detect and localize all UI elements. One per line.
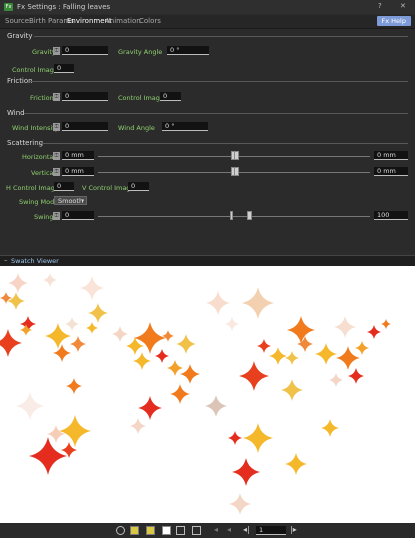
wind-intensity-field[interactable]: 0	[62, 122, 108, 131]
swatch-viewer	[0, 266, 415, 523]
vertical-max-field[interactable]: 0 mm	[374, 167, 408, 176]
friction-label: Friction	[30, 94, 54, 102]
chevron-down-icon: ▾	[81, 198, 84, 204]
h-control-image-field[interactable]: 0	[54, 182, 74, 191]
gravity-control-image-field[interactable]: 0	[54, 64, 74, 73]
prev-icon[interactable]: ◂|	[243, 525, 250, 534]
friction-field[interactable]: 0	[62, 92, 108, 101]
settings-panel: Gravity Gravity ⚿ 0 Gravity Angle 0 ° Co…	[0, 29, 415, 261]
horizontal-field[interactable]: 0 mm	[62, 151, 94, 160]
gravity-angle-label: Gravity Angle	[118, 48, 163, 56]
section-wind: Wind	[7, 109, 25, 117]
swing-mode-dropdown[interactable]: Smooth ▾	[54, 196, 87, 205]
gravity-field[interactable]: 0	[62, 46, 108, 55]
section-gravity: Gravity	[7, 32, 33, 40]
swing-mode-value: Smooth	[58, 197, 84, 205]
swing-label: Swing	[34, 213, 54, 221]
key-icon[interactable]: ⚿	[53, 123, 60, 131]
fx-help-button[interactable]: Fx Help	[376, 16, 411, 26]
horizontal-label: Horizontal	[22, 153, 56, 161]
key-icon[interactable]: ⚿	[53, 212, 60, 220]
leaf-preview	[0, 273, 391, 515]
gravity-control-image-label: Control Image	[12, 66, 58, 74]
swing-mode-label: Swing Mode	[19, 198, 59, 206]
section-scattering: Scattering	[7, 139, 44, 147]
friction-control-image-field[interactable]: 0	[160, 92, 181, 101]
key-icon[interactable]: ⚿	[53, 168, 60, 176]
horizontal-max-field[interactable]: 0 mm	[374, 151, 408, 160]
black-bg-icon[interactable]	[162, 526, 171, 535]
viewer-toolbar: ◂ ◂ ◂| 1 |▸	[0, 523, 415, 538]
vertical-field[interactable]: 0 mm	[62, 167, 94, 176]
vertical-slider-handle[interactable]	[234, 167, 239, 176]
divider	[34, 36, 408, 37]
key-icon[interactable]: ⚿	[53, 47, 60, 55]
title-bar: Fx Fx Settings : Falling leaves ? ✕	[0, 0, 415, 14]
divider	[40, 143, 408, 144]
app-icon: Fx	[4, 3, 13, 11]
key-icon[interactable]: ⚿	[53, 93, 60, 101]
tab-animation[interactable]: Animation	[105, 17, 141, 25]
checkered-bg-icon[interactable]	[176, 526, 185, 535]
checkerboard-bg-icon[interactable]	[130, 526, 139, 535]
wind-intensity-label: Wind Intensity	[12, 124, 59, 132]
swing-field[interactable]: 0	[62, 211, 94, 220]
v-control-image-field[interactable]: 0	[128, 182, 149, 191]
horizontal-slider-handle[interactable]	[234, 151, 239, 160]
divider	[30, 81, 408, 82]
swing-max-field[interactable]: 100	[374, 211, 408, 220]
key-icon[interactable]: ⚿	[53, 152, 60, 160]
wind-angle-label: Wind Angle	[118, 124, 155, 132]
h-control-image-label: H Control Image	[6, 184, 59, 192]
collapse-icon[interactable]: –	[4, 256, 8, 264]
wind-angle-field[interactable]: 0 °	[162, 122, 208, 131]
camera-icon[interactable]	[192, 526, 201, 535]
next-icon[interactable]: |▸	[290, 525, 297, 534]
window-title: Fx Settings : Falling leaves	[17, 3, 111, 11]
tab-source[interactable]: Source	[5, 17, 29, 25]
tab-bar: Source Birth Params Environment Animatio…	[0, 15, 415, 29]
swing-slider-handle-min[interactable]	[230, 211, 233, 220]
gravity-angle-field[interactable]: 0 °	[167, 46, 209, 55]
close-icon[interactable]: ✕	[400, 2, 406, 10]
preview-toggle-icon[interactable]	[116, 526, 125, 535]
friction-control-image-label: Control Image	[118, 94, 164, 102]
divider	[24, 113, 408, 114]
first-frame-icon[interactable]: ◂	[214, 525, 218, 534]
swatch-viewer-label: Swatch Viewer	[11, 257, 59, 265]
v-control-image-label: V Control Image	[82, 184, 135, 192]
section-friction: Friction	[7, 77, 33, 85]
prev-frame-icon[interactable]: ◂	[227, 525, 231, 534]
vertical-label: Vertical	[31, 169, 56, 177]
leaf-shapes	[0, 273, 391, 515]
white-bg-icon[interactable]	[146, 526, 155, 535]
swing-slider[interactable]	[98, 216, 370, 217]
swing-slider-handle-max[interactable]	[247, 211, 252, 220]
frame-field[interactable]: 1	[256, 526, 286, 535]
help-icon[interactable]: ?	[378, 2, 382, 10]
tab-colors[interactable]: Colors	[139, 17, 161, 25]
